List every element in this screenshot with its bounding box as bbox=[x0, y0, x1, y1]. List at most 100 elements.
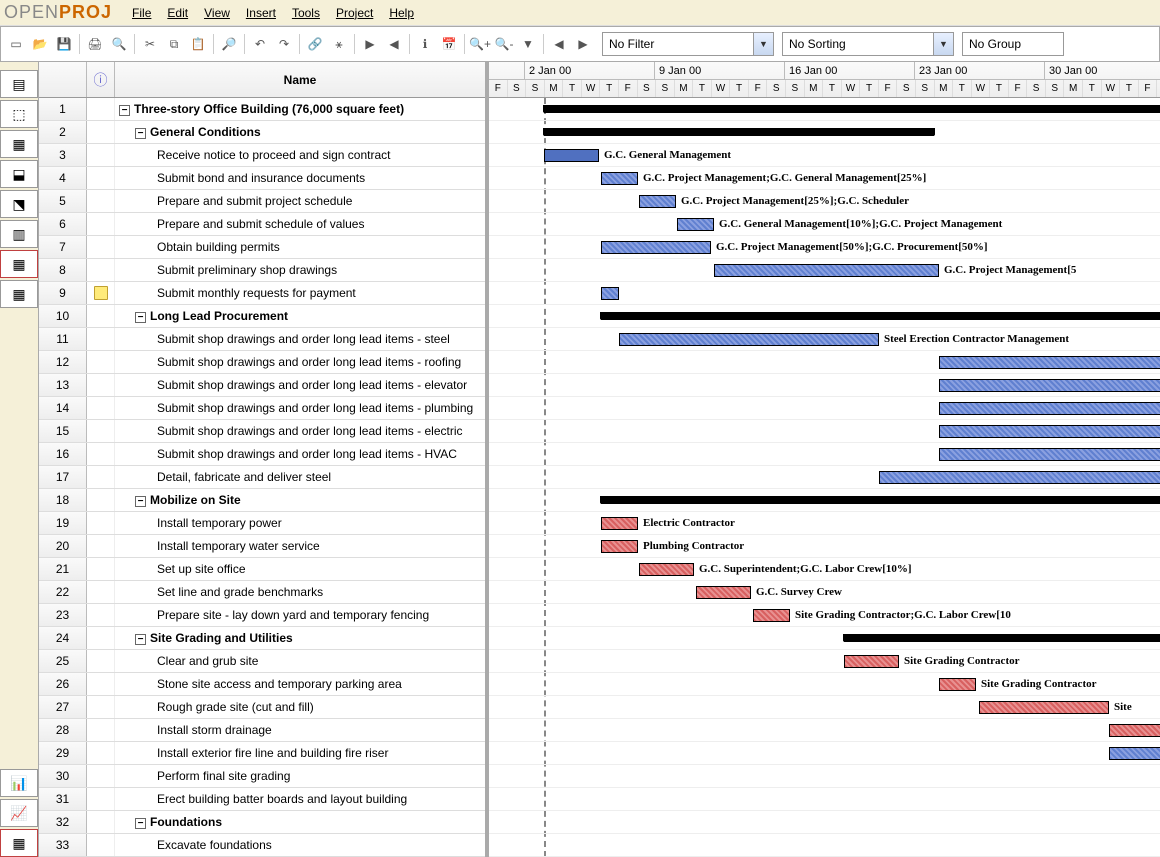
task-bar[interactable]: G.C. General Management[10%];G.C. Projec… bbox=[677, 218, 714, 231]
rbs-view-icon[interactable]: ⬔ bbox=[0, 190, 38, 218]
gantt-row[interactable] bbox=[489, 627, 1160, 650]
gantt-row[interactable] bbox=[489, 489, 1160, 512]
task-row[interactable]: 15Submit shop drawings and order long le… bbox=[39, 420, 485, 443]
task-row[interactable]: 22 Set line and grade benchmarks bbox=[39, 581, 485, 604]
row-number[interactable]: 24 bbox=[39, 627, 87, 649]
task-row[interactable]: 5Prepare and submit project schedule bbox=[39, 190, 485, 213]
menu-tools[interactable]: Tools bbox=[284, 3, 328, 23]
row-number[interactable]: 28 bbox=[39, 719, 87, 741]
task-row[interactable]: 29Install exterior fire line and buildin… bbox=[39, 742, 485, 765]
collapse-icon[interactable]: − bbox=[119, 105, 130, 116]
indent-icon[interactable]: ▶ bbox=[359, 33, 381, 55]
task-bar[interactable]: Plumbing Contractor bbox=[601, 540, 638, 553]
task-row[interactable]: 24−Site Grading and Utilities bbox=[39, 627, 485, 650]
gantt-row[interactable]: Site Grading Contractor bbox=[489, 650, 1160, 673]
gantt-row[interactable]: Plumbing Contractor bbox=[489, 535, 1160, 558]
task-name[interactable]: −Mobilize on Site bbox=[115, 493, 485, 507]
filter-dropdown[interactable]: ▼ bbox=[602, 32, 774, 56]
row-number[interactable]: 4 bbox=[39, 167, 87, 189]
gantt-row[interactable] bbox=[489, 443, 1160, 466]
chevron-down-icon[interactable]: ▼ bbox=[753, 33, 773, 55]
task-bar[interactable]: G.C. Superintendent;G.C. Labor Crew[10%] bbox=[639, 563, 694, 576]
row-number[interactable]: 30 bbox=[39, 765, 87, 787]
task-row[interactable]: 31Erect building batter boards and layou… bbox=[39, 788, 485, 811]
task-name[interactable]: Perform final site grading bbox=[115, 769, 485, 783]
task-bar[interactable]: G.C. Project Management;G.C. General Man… bbox=[601, 172, 638, 185]
task-name[interactable]: Stone site access and temporary parking … bbox=[115, 677, 485, 691]
gantt-row[interactable] bbox=[489, 788, 1160, 811]
filter-input[interactable] bbox=[603, 33, 753, 55]
task-bar[interactable]: Electric Contractor bbox=[601, 517, 638, 530]
gantt-row[interactable] bbox=[489, 374, 1160, 397]
menu-view[interactable]: View bbox=[196, 3, 238, 23]
collapse-icon[interactable]: − bbox=[135, 818, 146, 829]
task-row[interactable]: 26 Stone site access and temporary parkin… bbox=[39, 673, 485, 696]
task-row[interactable]: 28Install storm drainage bbox=[39, 719, 485, 742]
undo-icon[interactable]: ↶ bbox=[249, 33, 271, 55]
task-bar[interactable]: G.C. General Management bbox=[544, 149, 599, 162]
gantt-chart[interactable]: 2 Jan 009 Jan 0016 Jan 0023 Jan 0030 Jan… bbox=[489, 62, 1160, 857]
row-number[interactable]: 26 bbox=[39, 673, 87, 695]
row-number[interactable]: 20 bbox=[39, 535, 87, 557]
task-row[interactable]: 9Submit monthly requests for payment bbox=[39, 282, 485, 305]
task-row[interactable]: 33Excavate foundations bbox=[39, 834, 485, 857]
task-name[interactable]: Submit shop drawings and order long lead… bbox=[115, 401, 485, 415]
task-row[interactable]: 20Install temporary water service bbox=[39, 535, 485, 558]
row-number[interactable]: 21 bbox=[39, 558, 87, 580]
task-row[interactable]: 3Receive notice to proceed and sign cont… bbox=[39, 144, 485, 167]
row-number[interactable]: 7 bbox=[39, 236, 87, 258]
row-number[interactable]: 22 bbox=[39, 581, 87, 603]
gantt-row[interactable]: Site Grading Contractor bbox=[489, 673, 1160, 696]
task-row[interactable]: 11Submit shop drawings and order long le… bbox=[39, 328, 485, 351]
menu-insert[interactable]: Insert bbox=[238, 3, 284, 23]
gantt-row[interactable]: Steel Erection Contractor Management bbox=[489, 328, 1160, 351]
task-bar[interactable] bbox=[939, 425, 1160, 438]
gantt-row[interactable]: G.C. Project Management;G.C. General Man… bbox=[489, 167, 1160, 190]
task-row[interactable]: 1−Three-story Office Building (76,000 sq… bbox=[39, 98, 485, 121]
redo-icon[interactable]: ↷ bbox=[273, 33, 295, 55]
calendar-icon[interactable]: 📅 bbox=[438, 33, 460, 55]
task-name[interactable]: Set line and grade benchmarks bbox=[115, 585, 485, 599]
gantt-row[interactable] bbox=[489, 742, 1160, 765]
histogram-icon[interactable]: 📊 bbox=[0, 769, 38, 797]
unlink-icon[interactable]: ⚹ bbox=[328, 33, 350, 55]
gantt-row[interactable] bbox=[489, 98, 1160, 121]
zoomout-icon[interactable]: 🔍- bbox=[493, 33, 515, 55]
network-view-icon[interactable]: ⬚ bbox=[0, 100, 38, 128]
menu-project[interactable]: Project bbox=[328, 3, 381, 23]
row-number[interactable]: 15 bbox=[39, 420, 87, 442]
task-bar[interactable] bbox=[939, 402, 1160, 415]
row-number[interactable]: 23 bbox=[39, 604, 87, 626]
gantt-row[interactable]: G.C. General Management[10%];G.C. Projec… bbox=[489, 213, 1160, 236]
report-view-icon[interactable]: ▥ bbox=[0, 220, 38, 248]
new-icon[interactable]: ▭ bbox=[5, 33, 27, 55]
row-number[interactable]: 2 bbox=[39, 121, 87, 143]
summary-bar[interactable] bbox=[844, 634, 1160, 642]
row-number[interactable]: 31 bbox=[39, 788, 87, 810]
save-icon[interactable]: 💾 bbox=[53, 33, 75, 55]
wbs-view-icon[interactable]: ⬓ bbox=[0, 160, 38, 188]
gantt-row[interactable]: Site bbox=[489, 696, 1160, 719]
task-name[interactable]: −Long Lead Procurement bbox=[115, 309, 485, 323]
task-bar[interactable] bbox=[939, 448, 1160, 461]
task-row[interactable]: 21 Set up site office bbox=[39, 558, 485, 581]
row-number[interactable]: 10 bbox=[39, 305, 87, 327]
row-number[interactable]: 6 bbox=[39, 213, 87, 235]
prev-icon[interactable]: ◀ bbox=[548, 33, 570, 55]
task-row[interactable]: 13Submit shop drawings and order long le… bbox=[39, 374, 485, 397]
next-icon[interactable]: ▶ bbox=[572, 33, 594, 55]
gantt-row[interactable] bbox=[489, 765, 1160, 788]
task-bar[interactable]: G.C. Project Management[5 bbox=[714, 264, 939, 277]
task-name[interactable]: Submit preliminary shop drawings bbox=[115, 263, 485, 277]
row-number[interactable]: 11 bbox=[39, 328, 87, 350]
gantt-row[interactable]: G.C. Project Management[50%];G.C. Procur… bbox=[489, 236, 1160, 259]
task-name[interactable]: Set up site office bbox=[115, 562, 485, 576]
task-name[interactable]: −Three-story Office Building (76,000 squ… bbox=[115, 102, 485, 116]
outdent-icon[interactable]: ◀ bbox=[383, 33, 405, 55]
task-row[interactable]: 25Clear and grub site bbox=[39, 650, 485, 673]
task-bar[interactable]: G.C. Project Management[25%];G.C. Schedu… bbox=[639, 195, 676, 208]
group-input[interactable] bbox=[963, 33, 1063, 55]
task-bar[interactable] bbox=[1109, 724, 1160, 737]
gantt-row[interactable]: Site Grading Contractor;G.C. Labor Crew[… bbox=[489, 604, 1160, 627]
row-number[interactable]: 19 bbox=[39, 512, 87, 534]
